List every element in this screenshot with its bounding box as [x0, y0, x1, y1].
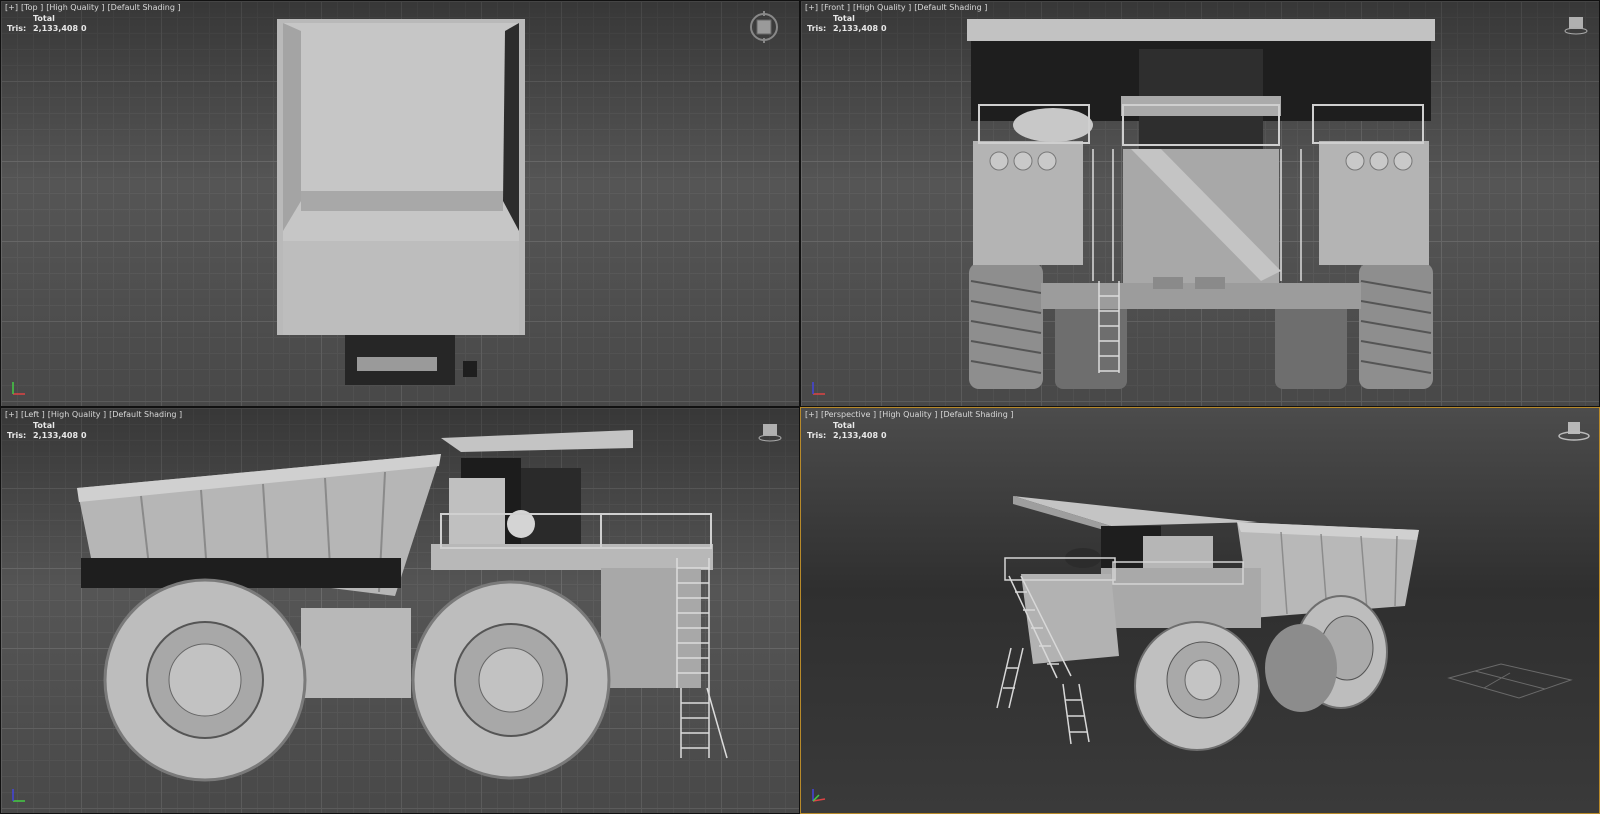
- view-mode-menu[interactable]: [Left ]: [21, 410, 45, 419]
- viewcube-icon[interactable]: [747, 11, 781, 43]
- tris-value: 2,133,408: [33, 24, 79, 33]
- viewport-label[interactable]: [+] [Top ] [High Quality ] [Default Shading…: [5, 3, 184, 12]
- shading-menu[interactable]: [Default Shading ]: [914, 3, 987, 12]
- home-grid: [1447, 663, 1573, 699]
- viewport-label[interactable]: [+] [Perspective ] [High Quality ] [Default…: [805, 410, 1016, 419]
- tris-label: Tris:: [7, 24, 27, 33]
- stats-header: Total: [33, 14, 55, 23]
- viewport-menu-button[interactable]: [+]: [5, 3, 18, 12]
- tris-label: Tris:: [7, 431, 27, 440]
- viewport-menu-button[interactable]: [+]: [805, 3, 818, 12]
- quality-menu[interactable]: [High Quality ]: [48, 410, 106, 419]
- quality-menu[interactable]: [High Quality ]: [46, 3, 104, 12]
- stats-overlay: Total Tris: 2,133,408 0: [807, 14, 887, 34]
- tris-label: Tris:: [807, 431, 827, 440]
- view-mode-menu[interactable]: [Front ]: [821, 3, 850, 12]
- quality-menu[interactable]: [High Quality ]: [879, 410, 937, 419]
- axis-tripod-icon: [812, 382, 825, 395]
- quality-menu[interactable]: [High Quality ]: [853, 3, 911, 12]
- tris-value: 2,133,408: [33, 431, 79, 440]
- tris-value: 2,133,408: [833, 431, 879, 440]
- viewport-perspective[interactable]: [+] [Perspective ] [High Quality ] [Default…: [800, 407, 1600, 814]
- tris-selected: 0: [881, 24, 887, 33]
- tris-label: Tris:: [807, 24, 827, 33]
- tris-selected: 0: [81, 24, 87, 33]
- tris-selected: 0: [881, 431, 887, 440]
- viewport-menu-button[interactable]: [+]: [805, 410, 818, 419]
- axis-tripod-icon: [812, 789, 826, 802]
- stats-header: Total: [833, 14, 855, 23]
- viewcube-icon[interactable]: [1563, 15, 1589, 35]
- stats-overlay: Total Tris: 2,133,408 0: [7, 14, 87, 34]
- truck-perspective-view[interactable]: [801, 408, 1600, 814]
- stats-overlay: Total Tris: 2,133,408 0: [807, 421, 887, 441]
- truck-top-view[interactable]: [1, 1, 800, 407]
- view-mode-menu[interactable]: [Perspective ]: [821, 410, 876, 419]
- viewport-label[interactable]: [+] [Front ] [High Quality ] [Default Shadi…: [805, 3, 990, 12]
- shading-menu[interactable]: [Default Shading ]: [108, 3, 181, 12]
- truck-front-view[interactable]: [801, 1, 1600, 407]
- axis-tripod-icon: [12, 382, 25, 395]
- view-mode-menu[interactable]: [Top ]: [21, 3, 43, 12]
- viewcube-icon[interactable]: [757, 422, 783, 442]
- viewport-layout: [+] [Top ] [High Quality ] [Default Shading…: [0, 0, 1600, 814]
- viewport-left[interactable]: [+] [Left ] [High Quality ] [Default Shadin…: [0, 407, 800, 814]
- viewport-label[interactable]: [+] [Left ] [High Quality ] [Default Shadin…: [5, 410, 185, 419]
- stats-header: Total: [833, 421, 855, 430]
- viewport-menu-button[interactable]: [+]: [5, 410, 18, 419]
- shading-menu[interactable]: [Default Shading ]: [109, 410, 182, 419]
- axis-tripod-icon: [12, 789, 25, 802]
- stats-header: Total: [33, 421, 55, 430]
- tris-value: 2,133,408: [833, 24, 879, 33]
- truck-left-view[interactable]: [1, 408, 800, 814]
- shading-menu[interactable]: [Default Shading ]: [940, 410, 1013, 419]
- tris-selected: 0: [81, 431, 87, 440]
- viewport-front[interactable]: [+] [Front ] [High Quality ] [Default Shadi…: [800, 0, 1600, 407]
- stats-overlay: Total Tris: 2,133,408 0: [7, 421, 87, 441]
- viewcube-icon[interactable]: [1557, 420, 1591, 442]
- viewport-top[interactable]: [+] [Top ] [High Quality ] [Default Shading…: [0, 0, 800, 407]
